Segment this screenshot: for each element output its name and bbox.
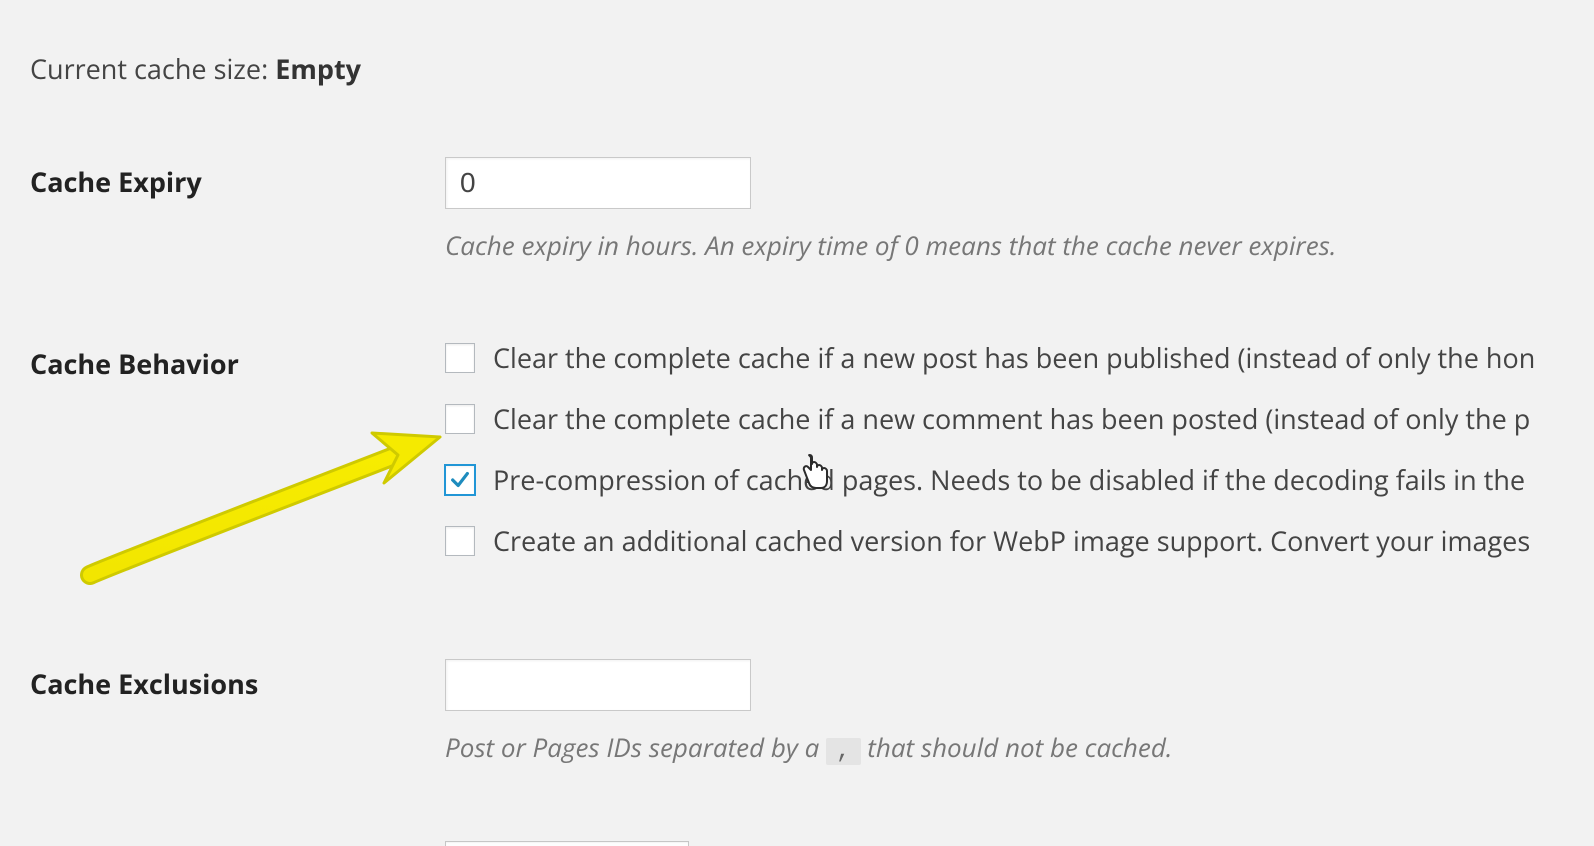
checkbox-webp[interactable] <box>445 526 475 556</box>
behavior-option-clear-on-comment: Clear the complete cache if a new commen… <box>445 400 1564 437</box>
content-cache-expiry: Cache expiry in hours. An expiry time of… <box>445 157 1564 263</box>
row-cache-expiry: Cache Expiry Cache expiry in hours. An e… <box>30 157 1564 263</box>
content-cache-behavior: Clear the complete cache if a new post h… <box>445 339 1564 583</box>
checkbox-precompression[interactable] <box>445 465 475 495</box>
behavior-option-clear-on-post: Clear the complete cache if a new post h… <box>445 339 1564 376</box>
settings-page: Current cache size: Empty Cache Expiry C… <box>0 0 1594 846</box>
label-cache-expiry: Cache Expiry <box>30 157 445 200</box>
cache-size-label: Current cache size: <box>30 50 268 87</box>
cache-size-line: Current cache size: Empty <box>30 50 1564 87</box>
checkbox-label: Create an additional cached version for … <box>493 522 1530 559</box>
cache-minification-select[interactable]: Disabled <box>445 841 689 846</box>
row-cache-exclusions: Cache Exclusions Post or Pages IDs separ… <box>30 659 1564 765</box>
behavior-option-precompression: Pre-compression of cached pages. Needs t… <box>445 461 1564 498</box>
checkbox-label: Clear the complete cache if a new post h… <box>493 339 1535 376</box>
checkbox-clear-on-post[interactable] <box>445 343 475 373</box>
help-text-after: that should not be cached. <box>867 729 1172 765</box>
checkbox-label: Pre-compression of cached pages. Needs t… <box>493 461 1525 498</box>
behavior-option-webp: Create an additional cached version for … <box>445 522 1564 559</box>
content-cache-minification: Disabled <box>445 841 1564 846</box>
checkmark-icon <box>449 469 471 491</box>
row-cache-minification: Cache Minification Disabled <box>30 841 1564 846</box>
label-cache-behavior: Cache Behavior <box>30 339 445 382</box>
cache-expiry-help: Cache expiry in hours. An expiry time of… <box>445 227 1564 263</box>
help-text-before: Post or Pages IDs separated by a <box>445 729 819 765</box>
checkbox-label: Clear the complete cache if a new commen… <box>493 400 1530 437</box>
checkbox-clear-on-comment[interactable] <box>445 404 475 434</box>
label-cache-minification: Cache Minification <box>30 841 445 846</box>
row-cache-behavior: Cache Behavior Clear the complete cache … <box>30 339 1564 583</box>
cache-exclusions-help: Post or Pages IDs separated by a , that … <box>445 729 1564 765</box>
cache-expiry-input[interactable] <box>445 157 751 209</box>
label-cache-exclusions: Cache Exclusions <box>30 659 445 702</box>
cache-size-value: Empty <box>275 50 361 87</box>
content-cache-exclusions: Post or Pages IDs separated by a , that … <box>445 659 1564 765</box>
help-code-comma: , <box>826 738 860 765</box>
cache-exclusions-input[interactable] <box>445 659 751 711</box>
